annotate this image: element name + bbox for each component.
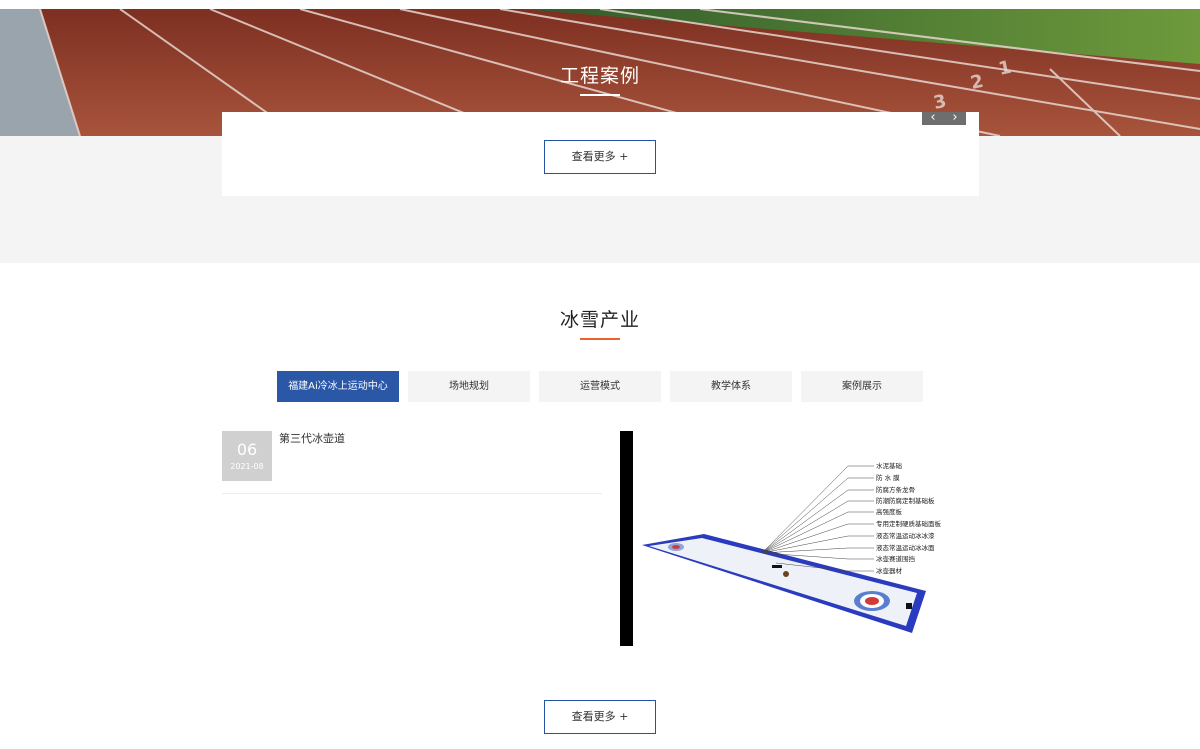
tab-case-showcase[interactable]: 案例展示 xyxy=(801,371,923,402)
diagram-label: 防 水 膜 xyxy=(876,473,900,482)
news-day: 06 xyxy=(236,440,258,459)
ice-snow-title: 冰雪产业 xyxy=(559,309,640,331)
diagram-label: 防潮防腐定制基础板 xyxy=(876,496,935,505)
tab-fujian-center[interactable]: 福建Ai冷冰上运动中心 xyxy=(277,371,399,402)
ice-snow-title-underline xyxy=(580,338,620,340)
news-date-badge: 06 2021-08 xyxy=(222,431,272,481)
diagram-label: 高强度板 xyxy=(876,507,903,516)
tab-operation-mode[interactable]: 运营模式 xyxy=(539,371,661,402)
diagram-label: 专用定制硬质基础面板 xyxy=(876,519,942,528)
news-year-month: 2021-08 xyxy=(230,462,264,471)
tab-venue-planning[interactable]: 场地规划 xyxy=(408,371,530,402)
news-divider xyxy=(222,493,602,494)
diagram-label: 液态常温运动冰冰面 xyxy=(876,543,935,552)
prev-arrow-button[interactable]: ‹ xyxy=(922,110,944,125)
chevron-right-icon: › xyxy=(952,110,958,125)
image-black-bar xyxy=(620,431,633,646)
cases-card: ‹ › 查看更多 + xyxy=(222,110,979,196)
title-underline xyxy=(580,94,620,96)
ice-snow-more-button[interactable]: 查看更多 + xyxy=(544,700,656,734)
diagram-label: 冰壶赛道围挡 xyxy=(876,554,915,563)
curling-stone xyxy=(772,565,782,568)
next-arrow-button[interactable]: › xyxy=(944,110,966,125)
cases-more-button[interactable]: 查看更多 + xyxy=(544,140,656,174)
curling-stone-2 xyxy=(783,571,789,577)
tab-teaching-system[interactable]: 教学体系 xyxy=(670,371,792,402)
diagram-label: 防腐方条龙骨 xyxy=(876,485,915,494)
curling-track-diagram: 水泥基础 防 水 膜 防腐方条龙骨 防潮防腐定制基础板 高强度板 专用定制硬质基… xyxy=(642,461,942,633)
diagram-label: 冰壶器材 xyxy=(876,566,903,575)
chevron-left-icon: ‹ xyxy=(930,110,936,125)
diagram-label: 液态常温运动冰冰漆 xyxy=(876,531,935,540)
top-strip xyxy=(0,0,1200,9)
diagram-label: 水泥基础 xyxy=(876,461,903,470)
cases-title: 工程案例 xyxy=(559,65,640,87)
news-item-title[interactable]: 第三代冰壶道 xyxy=(279,430,345,446)
